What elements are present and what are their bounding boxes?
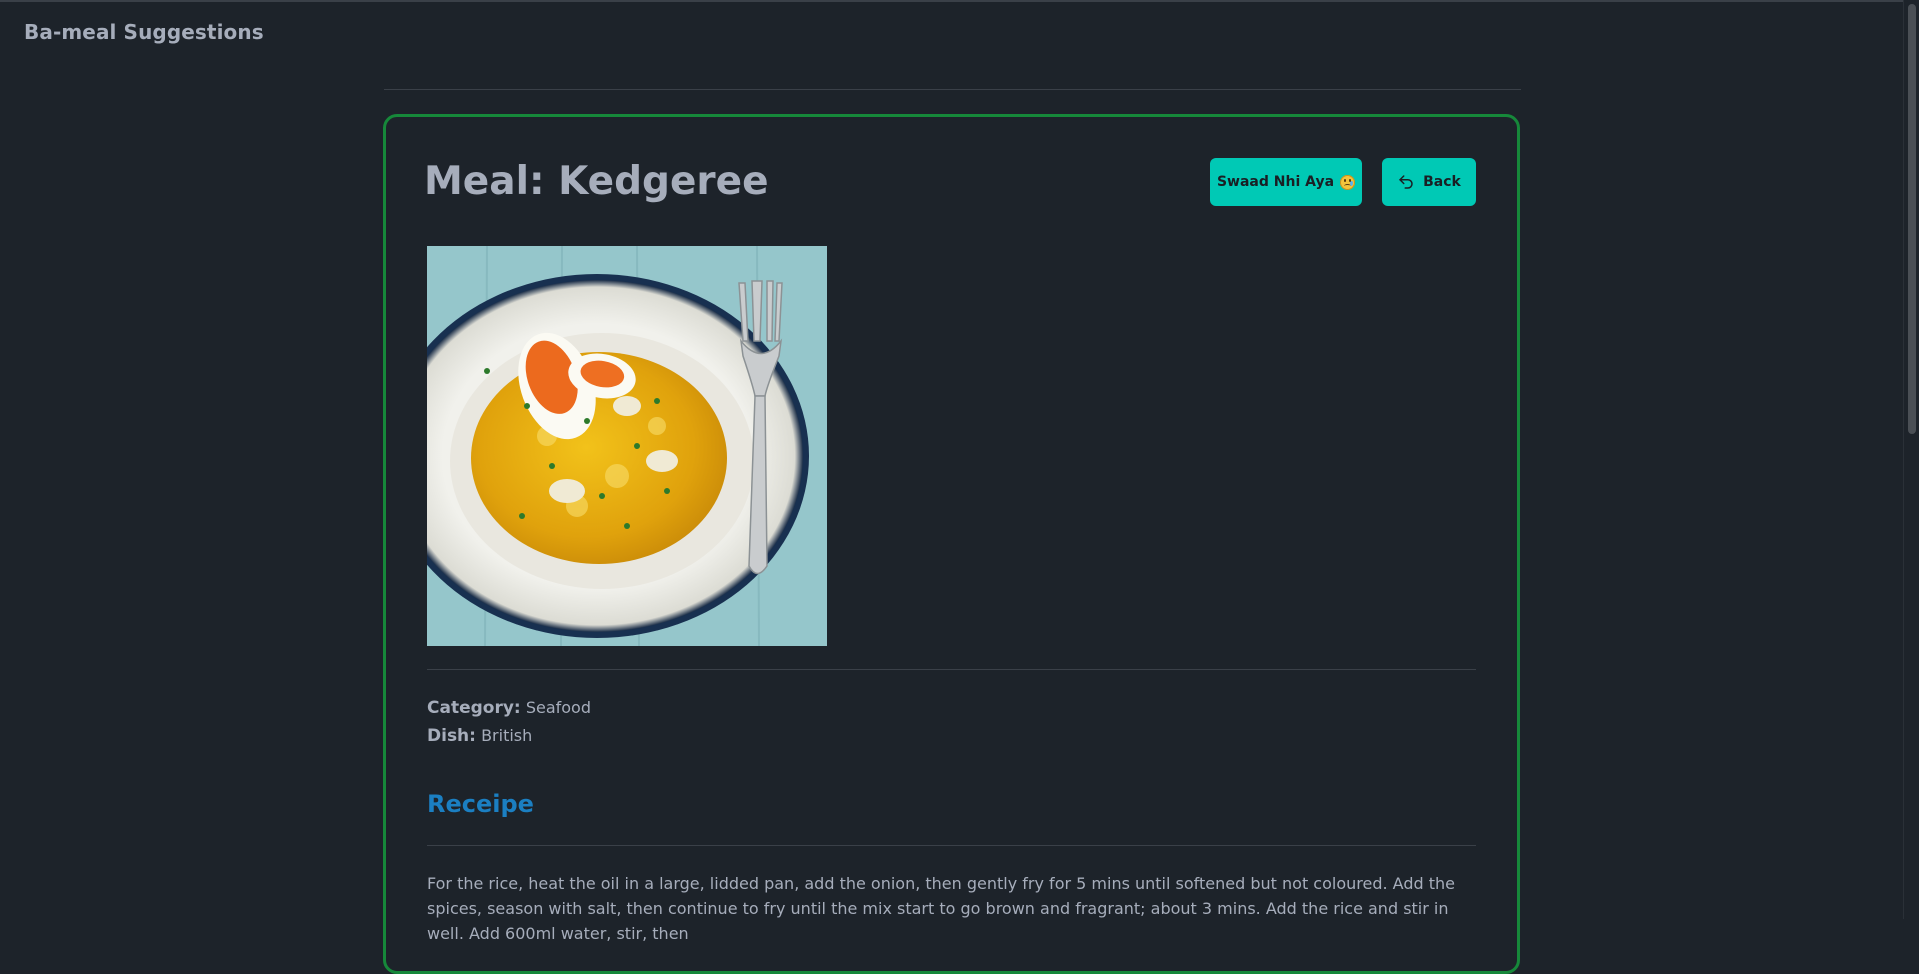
recipe-section-title: Receipe [427, 790, 534, 818]
swaad-button-label: Swaad Nhi Aya [1216, 174, 1335, 190]
scrollbar-thumb[interactable] [1908, 4, 1916, 434]
recipe-divider [427, 845, 1476, 846]
dish-label: Dish: [427, 726, 476, 746]
image-divider [427, 669, 1476, 670]
swaad-nhi-aya-button[interactable]: Swaad Nhi Aya [1210, 158, 1362, 206]
undo-arrow-icon [1399, 175, 1413, 189]
recipe-instructions: For the rice, heat the oil in a large, l… [427, 874, 1455, 943]
header-divider [384, 89, 1521, 90]
meal-title: Meal: Kedgeree [424, 159, 769, 204]
category-value: Seafood [525, 698, 591, 717]
top-border [0, 0, 1919, 2]
back-button-label: Back [1423, 174, 1461, 190]
back-button[interactable]: Back [1382, 158, 1476, 206]
category-line: Category: Seafood [427, 698, 591, 718]
brand-title[interactable]: Ba-meal Suggestions [24, 20, 264, 44]
dish-value: British [481, 726, 533, 745]
crying-face-emoji-icon [1340, 174, 1356, 190]
meal-image [427, 246, 827, 646]
category-label: Category: [427, 698, 521, 718]
dish-line: Dish: British [427, 726, 532, 746]
page-scrollbar[interactable] [1903, 0, 1919, 919]
